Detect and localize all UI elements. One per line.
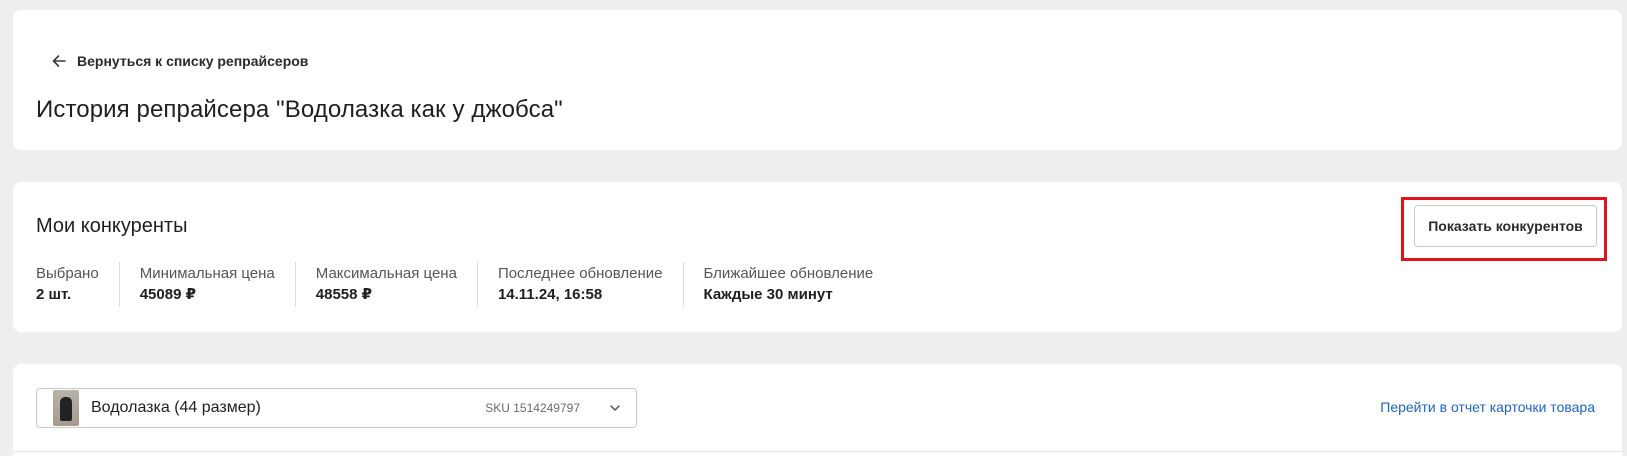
product-sku: SKU 1514249797 (485, 401, 580, 415)
back-to-list-link[interactable]: Вернуться к списку репрайсеров (50, 52, 308, 70)
stat-min-price: Минимальная цена 45089 ₽ (118, 262, 295, 307)
competitors-card: Мои конкуренты Показать конкурентов Выбр… (13, 182, 1622, 332)
competitor-stats: Выбрано 2 шт. Минимальная цена 45089 ₽ М… (36, 262, 893, 307)
stat-label: Выбрано (36, 265, 99, 282)
chevron-down-icon (610, 405, 620, 411)
stat-label: Минимальная цена (139, 265, 275, 282)
stat-selected: Выбрано 2 шт. (36, 262, 119, 307)
product-report-link[interactable]: Перейти в отчет карточки товара (1380, 399, 1595, 415)
competitors-title: Мои конкуренты (36, 215, 188, 237)
show-competitors-button[interactable]: Показать конкурентов (1414, 205, 1597, 247)
header-card: Вернуться к списку репрайсеров История р… (13, 10, 1622, 150)
stat-value: 2 шт. (36, 286, 72, 303)
back-link-label: Вернуться к списку репрайсеров (77, 53, 309, 69)
product-name: Водолазка (44 размер) (91, 399, 261, 416)
divider (13, 451, 1622, 452)
stat-label: Максимальная цена (315, 265, 457, 282)
stat-value: 14.11.24, 16:58 (497, 286, 603, 303)
product-thumbnail (53, 390, 79, 426)
product-card: Водолазка (44 размер) SKU 1514249797 Пер… (13, 364, 1622, 456)
stat-label: Последнее обновление (497, 265, 663, 282)
stat-value: 48558 ₽ (315, 286, 373, 303)
stat-label: Ближайшее обновление (703, 265, 874, 282)
stat-next-update: Ближайшее обновление Каждые 30 минут (682, 262, 894, 307)
stat-max-price: Максимальная цена 48558 ₽ (294, 262, 477, 307)
arrow-left-icon (52, 55, 66, 67)
stat-last-update: Последнее обновление 14.11.24, 16:58 (476, 262, 683, 307)
stat-value: 45089 ₽ (139, 286, 197, 303)
product-select[interactable]: Водолазка (44 размер) SKU 1514249797 (36, 388, 637, 428)
stat-value: Каждые 30 минут (703, 286, 833, 303)
page-title: История репрайсера "Водолазка как у джоб… (36, 96, 563, 123)
